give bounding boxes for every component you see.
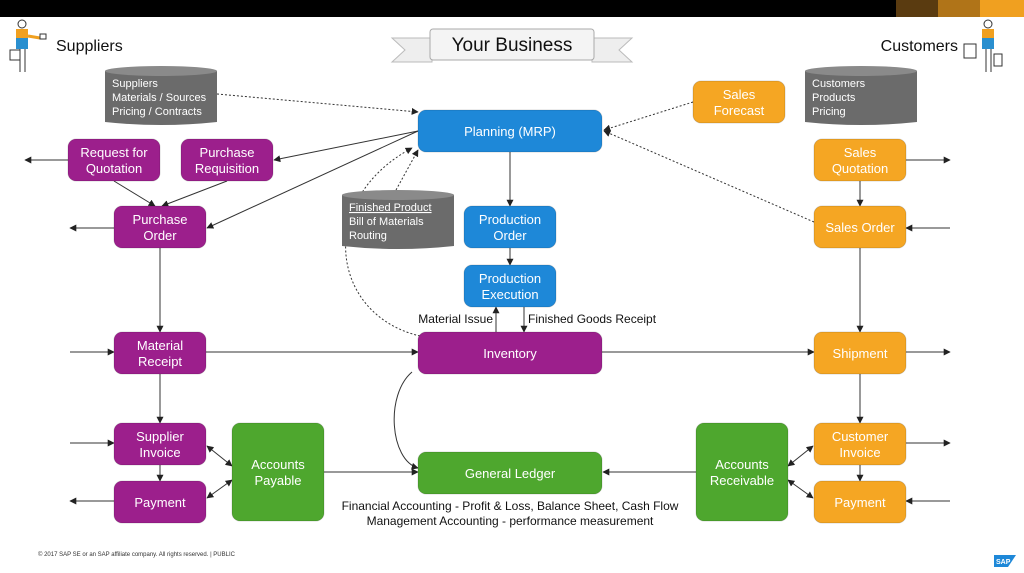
process-box-label: Production: [479, 212, 541, 227]
top-bar-accent-3: [980, 0, 1024, 17]
financial-accounting-note: Financial Accounting - Profit & Loss, Ba…: [342, 499, 679, 513]
customer-person-icon: [963, 19, 1003, 72]
flow-arrow: [603, 101, 694, 132]
process-box-label: Payment: [134, 495, 186, 510]
flow-arrow: [216, 93, 419, 115]
process-box-label: Invoice: [839, 445, 880, 460]
flow-arrow: [273, 130, 419, 163]
footer-copyright: © 2017 SAP SE or an SAP affiliate compan…: [38, 551, 236, 558]
master-data-line: Materials / Sources: [112, 92, 207, 104]
process-box-payment-out[interactable]: Payment: [113, 480, 207, 524]
process-box-label: Sales: [844, 145, 877, 160]
master-data-line: Routing: [349, 230, 387, 242]
title-banner: Your Business: [390, 28, 634, 63]
master-data-line: Finished Product: [349, 202, 432, 214]
flow-arrow: [113, 180, 156, 207]
process-box-sales-order[interactable]: Sales Order: [813, 205, 907, 249]
process-box-label: Inventory: [483, 346, 537, 361]
process-box-production-order[interactable]: ProductionOrder: [463, 205, 557, 249]
flow-arrow: [787, 479, 814, 499]
process-box-label: Invoice: [139, 445, 180, 460]
process-box-inventory[interactable]: Inventory: [417, 331, 603, 375]
process-box-label: Requisition: [195, 161, 259, 176]
process-box-label: Customer: [832, 429, 889, 444]
flow-arrow: [603, 130, 815, 223]
process-box-label: Purchase: [133, 212, 188, 227]
process-box-label: Execution: [481, 287, 538, 302]
process-box-label: Planning (MRP): [464, 124, 556, 139]
top-bar-accent-2: [938, 0, 980, 17]
process-box-label: Supplier: [136, 429, 184, 444]
process-box-label: Accounts: [715, 457, 769, 472]
process-box-accounts-receivable[interactable]: AccountsReceivable: [695, 422, 789, 522]
top-bar: [0, 0, 1024, 17]
process-box-payment-in[interactable]: Payment: [813, 480, 907, 524]
flow-arrow: [206, 479, 233, 499]
flow-arrow: [161, 180, 228, 208]
process-box-rfq[interactable]: Request forQuotation: [67, 138, 161, 182]
process-box-customer-invoice[interactable]: CustomerInvoice: [813, 422, 907, 466]
process-box-accounts-payable[interactable]: AccountsPayable: [231, 422, 325, 522]
flow-arrow: [395, 149, 419, 191]
process-box-label: Forecast: [714, 103, 765, 118]
process-box-label: Production: [479, 271, 541, 286]
master-data-line: Bill of Materials: [349, 216, 424, 228]
process-box-label: Shipment: [833, 346, 888, 361]
suppliers-label: Suppliers: [56, 38, 123, 55]
process-box-label: Purchase: [200, 145, 255, 160]
top-bar-accent-1: [896, 0, 938, 17]
finished-goods-receipt-label: Finished Goods Receipt: [528, 312, 657, 326]
process-box-shipment[interactable]: Shipment: [813, 331, 907, 375]
process-box-label: Material: [137, 338, 183, 353]
process-box-label: Receivable: [710, 473, 774, 488]
master-data-customers-cylinder: Customers Products Pricing: [805, 66, 917, 125]
flow-arrow: [206, 445, 233, 467]
master-data-line: Pricing: [812, 106, 846, 118]
process-box-label: Payment: [834, 495, 886, 510]
process-box-label: Request for: [80, 145, 148, 160]
process-box-label: Accounts: [251, 457, 305, 472]
flow-arrow: [787, 445, 814, 467]
process-box-sales-quotation[interactable]: SalesQuotation: [813, 138, 907, 182]
process-box-label: Quotation: [86, 161, 142, 176]
material-issue-label: Material Issue: [418, 312, 493, 326]
svg-text:SAP: SAP: [996, 559, 1011, 566]
process-box-sales-forecast[interactable]: SalesForecast: [692, 80, 786, 124]
master-data-suppliers-cylinder: Suppliers Materials / Sources Pricing / Co…: [105, 66, 217, 125]
process-box-label: Sales: [723, 87, 756, 102]
process-box-label: General Ledger: [465, 466, 556, 481]
management-accounting-note: Management Accounting - performance meas…: [367, 514, 654, 528]
process-box-production-execution[interactable]: ProductionExecution: [463, 264, 557, 308]
master-data-line: Pricing / Contracts: [112, 106, 202, 118]
process-box-label: Payable: [255, 473, 302, 488]
process-box-label: Receipt: [138, 354, 182, 369]
master-data-product-cylinder: Finished Product Bill of Materials Routing: [342, 190, 454, 249]
process-box-label: Order: [143, 228, 177, 243]
process-box-planning[interactable]: Planning (MRP): [417, 109, 603, 153]
process-box-label: Order: [493, 228, 527, 243]
master-data-line: Suppliers: [112, 78, 158, 90]
process-box-purchase-order[interactable]: PurchaseOrder: [113, 205, 207, 249]
flow-arrow: [393, 371, 419, 470]
process-box-material-receipt[interactable]: MaterialReceipt: [113, 331, 207, 375]
sap-logo: SAP: [994, 555, 1016, 567]
master-data-line: Customers: [812, 78, 866, 90]
process-box-label: Sales Order: [825, 220, 895, 235]
process-box-general-ledger[interactable]: General Ledger: [417, 451, 603, 495]
process-box-supplier-invoice[interactable]: SupplierInvoice: [113, 422, 207, 466]
business-process-diagram: Your Business Suppliers Customers Planni…: [0, 0, 1024, 567]
process-box-label: Quotation: [832, 161, 888, 176]
process-box-purchase-requisition[interactable]: PurchaseRequisition: [180, 138, 274, 182]
supplier-person-icon: [9, 19, 47, 72]
customers-label: Customers: [881, 38, 958, 55]
master-data-line: Products: [812, 92, 856, 104]
page-title: Your Business: [452, 35, 573, 56]
